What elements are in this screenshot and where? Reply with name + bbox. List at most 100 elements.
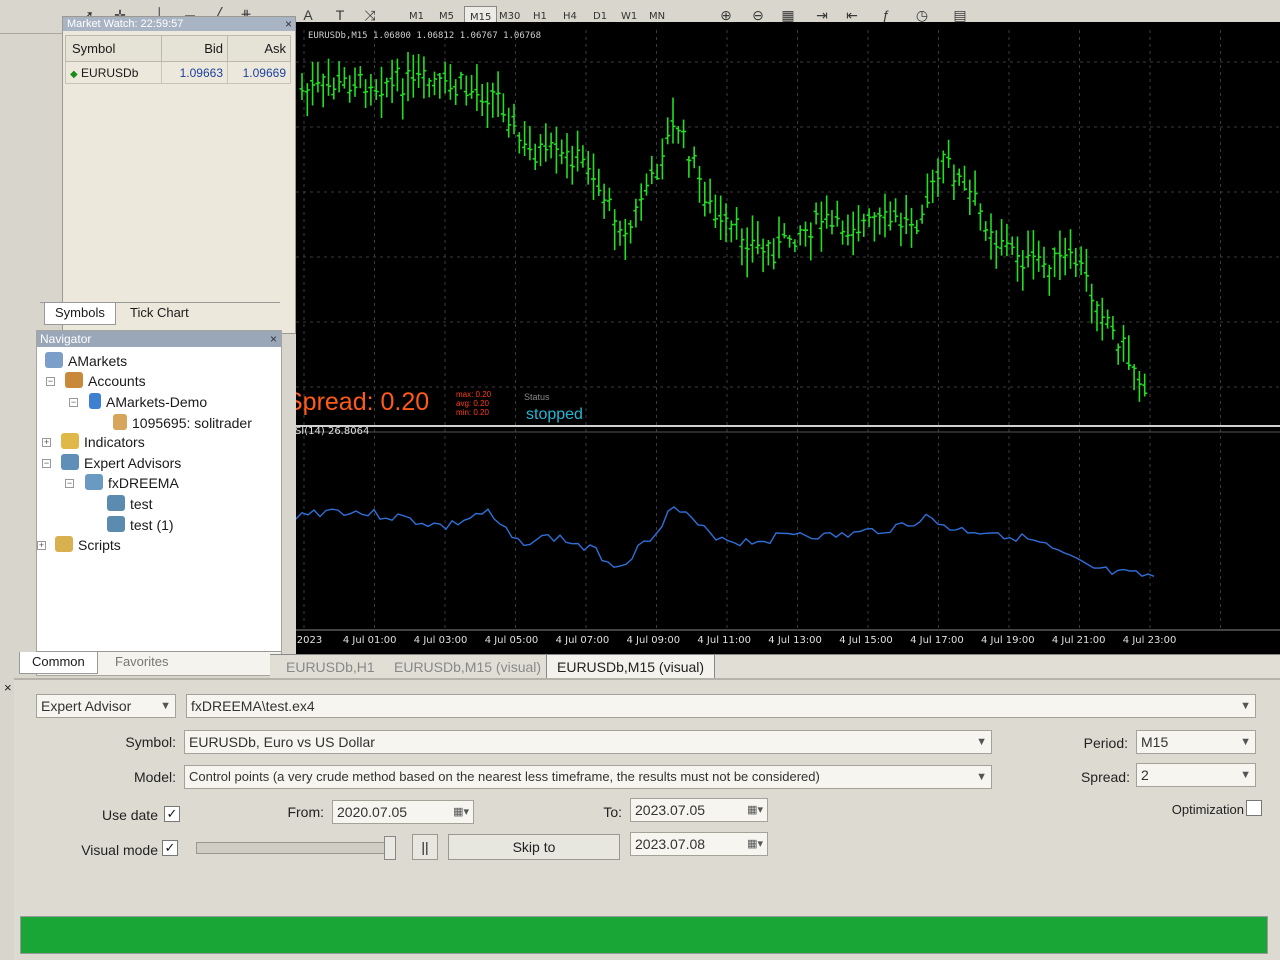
model-select[interactable]: Control points (a very crude method base… <box>184 765 992 789</box>
indicator-icon <box>61 433 79 449</box>
expand-icon[interactable]: + <box>42 438 51 447</box>
chart-tab-m15-visual[interactable]: EURUSDb,M15 (visual) <box>384 655 551 679</box>
collapse-icon[interactable]: − <box>65 479 74 488</box>
price-bar <box>691 146 697 169</box>
tree-node-indicators[interactable]: Indicators <box>61 432 145 452</box>
tree-node-test[interactable]: test <box>107 494 153 514</box>
tab-common[interactable]: Common <box>19 652 98 674</box>
from-date-field[interactable]: 2020.07.05 ▦▾ <box>332 800 474 824</box>
tree-label: Indicators <box>84 434 145 450</box>
optimization-checkbox[interactable] <box>1246 800 1262 816</box>
price-bar <box>506 107 512 138</box>
price-bar <box>707 178 713 214</box>
price-bar <box>681 119 687 149</box>
close-icon[interactable]: × <box>4 680 12 695</box>
spread-value: 2 <box>1141 767 1149 783</box>
table-row[interactable]: ◆ EURUSDb 1.09663 1.09669 <box>65 61 291 84</box>
calendar-icon[interactable]: ▦▾ <box>747 799 763 821</box>
skip-to-button[interactable]: Skip to <box>448 834 620 860</box>
tester-mode-select[interactable]: Expert Advisor ▼ <box>36 694 176 718</box>
test-progress-bar <box>20 916 1268 954</box>
speed-slider-track[interactable] <box>196 842 392 854</box>
chevron-down-icon: ▼ <box>976 771 987 783</box>
speed-slider-handle[interactable] <box>384 836 396 860</box>
to-date-field[interactable]: 2023.07.05 ▦▾ <box>630 798 768 822</box>
calendar-icon[interactable]: ▦▾ <box>453 801 469 823</box>
price-bar <box>734 207 740 240</box>
ask-cell: 1.09669 <box>227 61 291 84</box>
price-bar <box>919 204 925 224</box>
price-bar <box>469 74 475 99</box>
price-bar <box>1105 309 1111 329</box>
price-bar <box>903 194 909 235</box>
price-bar <box>575 130 581 172</box>
calendar-icon[interactable]: ▦▾ <box>747 833 763 855</box>
test-progress-fill <box>21 917 1267 953</box>
visual-mode-checkbox[interactable]: ✓ <box>162 840 178 856</box>
market-watch-title: Market Watch: 22:59:57 × <box>63 17 295 31</box>
spread-label: Spread: <box>1080 769 1130 785</box>
symbol-name: EURUSDb <box>81 65 139 80</box>
collapse-icon[interactable]: − <box>69 398 78 407</box>
chart-window[interactable]: EURUSDb,M15 1.06800 1.06812 1.06767 1.06… <box>296 22 1280 656</box>
price-bar <box>993 230 999 269</box>
price-bar <box>1115 343 1121 365</box>
skip-date-field[interactable]: 2023.07.08 ▦▾ <box>630 832 768 856</box>
price-bar <box>877 207 883 235</box>
price-bar <box>304 83 310 117</box>
price-bar <box>818 201 824 252</box>
collapse-icon[interactable]: − <box>42 459 51 468</box>
expert-select[interactable]: fxDREEMA\test.ex4 ▼ <box>186 694 1256 718</box>
tab-favorites[interactable]: Favorites <box>105 652 178 674</box>
tab-symbols[interactable]: Symbols <box>44 303 116 325</box>
price-bar <box>977 203 983 231</box>
price-bar <box>829 210 835 235</box>
expand-icon[interactable]: + <box>37 541 46 550</box>
price-bar <box>787 235 793 248</box>
close-icon[interactable]: × <box>270 331 277 347</box>
use-date-checkbox[interactable]: ✓ <box>164 806 180 822</box>
column-header-ask[interactable]: Ask <box>227 35 291 62</box>
price-bar <box>712 194 718 228</box>
price-bar <box>760 238 766 273</box>
tree-node-server[interactable]: AMarkets-Demo <box>89 392 207 412</box>
spread-stat-avg: avg: 0.20 <box>456 399 489 408</box>
close-icon[interactable]: × <box>285 17 292 31</box>
tree-node-test-1[interactable]: test (1) <box>107 515 174 535</box>
chevron-down-icon: ▼ <box>1240 769 1251 781</box>
pause-button[interactable]: || <box>412 834 438 860</box>
price-bar <box>474 64 480 111</box>
tree-node-account[interactable]: 1095695: solitrader <box>113 413 252 433</box>
price-bar <box>1015 236 1020 282</box>
symbol-value: EURUSDb, Euro vs US Dollar <box>189 734 375 750</box>
price-chart[interactable]: EURUSDb,M15 1.06800 1.06812 1.06767 1.06… <box>296 22 1280 656</box>
price-bar <box>1009 236 1015 256</box>
price-bar <box>924 173 930 208</box>
model-label: Model: <box>133 769 176 785</box>
tree-node-fxdreema[interactable]: fxDREEMA <box>85 473 179 493</box>
expert-value: fxDREEMA\test.ex4 <box>191 698 315 714</box>
chart-tab-h1[interactable]: EURUSDb,H1 <box>276 655 385 679</box>
price-bar <box>347 75 353 103</box>
tree-node-root[interactable]: AMarkets <box>45 351 127 371</box>
tab-tick-chart[interactable]: Tick Chart <box>120 303 199 325</box>
period-select[interactable]: M15 ▼ <box>1136 730 1256 754</box>
tree-node-experts[interactable]: Expert Advisors <box>61 453 181 473</box>
price-bar <box>310 61 316 106</box>
chart-tab-m15-visual-active[interactable]: EURUSDb,M15 (visual) <box>546 655 716 679</box>
column-header-symbol[interactable]: Symbol <box>65 35 162 62</box>
column-header-bid[interactable]: Bid <box>161 35 228 62</box>
symbol-select[interactable]: EURUSDb, Euro vs US Dollar ▼ <box>184 730 992 754</box>
price-bar <box>755 221 761 255</box>
collapse-icon[interactable]: − <box>46 377 55 386</box>
spread-select[interactable]: 2 ▼ <box>1136 763 1256 787</box>
tree-node-accounts[interactable]: Accounts <box>65 371 146 391</box>
tree-node-scripts[interactable]: Scripts <box>55 535 121 555</box>
price-bar <box>1131 364 1137 391</box>
tree-label: Scripts <box>78 537 121 553</box>
price-bar <box>548 132 554 159</box>
optimization-label: Optimization <box>1171 802 1244 817</box>
terminal-icon <box>45 352 63 368</box>
bid-cell: 1.09663 <box>161 61 228 84</box>
price-bar <box>824 195 830 229</box>
